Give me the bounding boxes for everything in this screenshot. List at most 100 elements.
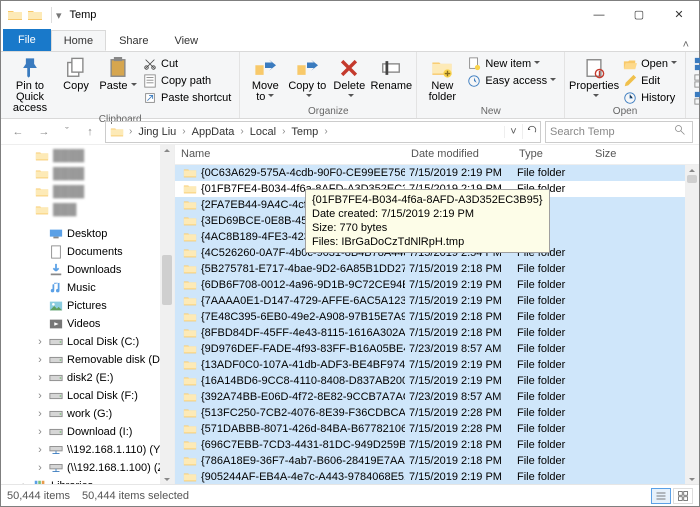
table-row[interactable]: {13ADF0C0-107A-41db-ADF3-BE4BF9749...7/1… <box>175 357 685 373</box>
tab-view[interactable]: View <box>161 30 211 51</box>
nav-recent[interactable]: ˇ <box>59 121 75 143</box>
nav-pane: ███████████████DesktopDocumentsDownloads… <box>1 145 175 485</box>
tab-home[interactable]: Home <box>51 30 106 51</box>
table-row[interactable]: {513FC250-7CB2-4076-8E39-F36CDBCA9...7/1… <box>175 405 685 421</box>
crumb[interactable]: Jing Liu <box>133 126 181 138</box>
tree-item[interactable]: Pictures <box>5 297 174 315</box>
qat-separator <box>51 7 52 23</box>
tree-item[interactable]: ›Download (I:) <box>5 423 174 441</box>
tree-item[interactable]: ████ <box>5 147 174 165</box>
table-row[interactable]: {9D976DEF-FADE-4f93-83FF-B16A05BE48...7/… <box>175 341 685 357</box>
tab-share[interactable]: Share <box>106 30 161 51</box>
tree-item[interactable]: Videos <box>5 315 174 333</box>
invert-selection-button[interactable]: Invert selection <box>692 90 700 106</box>
crumb[interactable]: Temp <box>286 126 323 138</box>
new-item-button[interactable]: New item <box>465 56 558 72</box>
tree-item[interactable]: ›Local Disk (C:) <box>5 333 174 351</box>
address-refresh[interactable] <box>522 124 540 139</box>
maximize-button[interactable]: ▢ <box>619 1 659 29</box>
copy-to-button[interactable]: Copy to <box>288 54 326 103</box>
drive-icon <box>49 353 63 367</box>
copyto-icon <box>296 57 318 79</box>
col-name[interactable]: Name <box>175 145 405 164</box>
tree-item[interactable]: ›disk2 (E:) <box>5 369 174 387</box>
history-icon <box>623 91 637 105</box>
search-icon <box>674 124 692 139</box>
view-details-button[interactable] <box>651 488 671 504</box>
tree-item[interactable]: Music <box>5 279 174 297</box>
ribbon-tabs: File Home Share View ˄ <box>1 29 699 51</box>
group-select: Select all Select none Invert selection … <box>686 52 700 118</box>
address-history[interactable]: ˅ <box>504 126 522 138</box>
table-row[interactable]: {786A18E9-36F7-4ab7-B606-28419E7AAE...7/… <box>175 453 685 469</box>
list-scrollbar[interactable] <box>685 165 699 485</box>
ribbon-collapse[interactable]: ˄ <box>673 39 699 51</box>
table-row[interactable]: {392A74BB-E06D-4f72-8E82-9CCB7A7AC...7/2… <box>175 389 685 405</box>
crumb[interactable]: AppData <box>187 126 240 138</box>
tree-item[interactable]: ›(\\192.168.1.100) (Z:) <box>5 459 174 477</box>
nav-up[interactable]: ↑ <box>79 121 101 143</box>
music-icon <box>49 281 63 295</box>
qat-expand[interactable]: ▾ <box>56 9 62 22</box>
crumb[interactable]: Local <box>245 126 281 138</box>
minimize-button[interactable]: — <box>579 1 619 29</box>
address-bar[interactable]: › Jing Liu › AppData › Local › Temp › ˅ <box>105 121 541 143</box>
rename-button[interactable]: Rename <box>372 54 410 92</box>
select-all-button[interactable]: Select all <box>692 56 700 72</box>
paste-shortcut-button[interactable]: Paste shortcut <box>141 90 233 106</box>
tree-item[interactable]: Documents <box>5 243 174 261</box>
table-row[interactable]: {0C63A629-575A-4cdb-90F0-CE99EE7562...7/… <box>175 165 685 181</box>
tree-item[interactable]: ████ <box>5 183 174 201</box>
col-size[interactable]: Size <box>589 145 639 164</box>
search-input[interactable]: Search Temp <box>545 121 693 143</box>
new-folder-button[interactable]: New folder <box>423 54 461 103</box>
tree-item[interactable]: Desktop <box>5 225 174 243</box>
table-row[interactable]: {696C7EBB-7CD3-4431-81DC-949D259B4...7/1… <box>175 437 685 453</box>
column-headers[interactable]: Name Date modified Type Size <box>175 145 699 165</box>
tree-item[interactable]: ›work (G:) <box>5 405 174 423</box>
cut-button[interactable]: Cut <box>141 56 233 72</box>
tree-item[interactable]: ███ <box>5 201 174 219</box>
shortcut-icon <box>143 91 157 105</box>
copy-button[interactable]: Copy <box>57 54 95 92</box>
move-to-button[interactable]: Move to <box>246 54 284 103</box>
col-date[interactable]: Date modified <box>405 145 513 164</box>
tree-item[interactable]: ›Removable disk (D:) <box>5 351 174 369</box>
folder-icon <box>183 406 197 420</box>
tree-item[interactable]: ████ <box>5 165 174 183</box>
pin-quick-access-button[interactable]: Pin to Quick access <box>7 54 53 114</box>
paste-button[interactable]: Paste <box>99 54 137 92</box>
table-row[interactable]: {6DB6F708-0012-4a96-9D1B-9C72CE94EB...7/… <box>175 277 685 293</box>
table-row[interactable]: {905244AF-EB4A-4e7c-A443-9784068E51...7/… <box>175 469 685 485</box>
folder-icon <box>7 7 23 23</box>
table-row[interactable]: {7E48C395-6EB0-49e2-A908-97B15E7A94...7/… <box>175 309 685 325</box>
table-row[interactable]: {571DABBB-8071-426d-84BA-B67782106...7/1… <box>175 421 685 437</box>
col-type[interactable]: Type <box>513 145 589 164</box>
nav-forward[interactable]: → <box>33 121 55 143</box>
tree-item[interactable]: Downloads <box>5 261 174 279</box>
properties-button[interactable]: Properties <box>571 54 617 103</box>
easy-access-button[interactable]: Easy access <box>465 73 558 89</box>
edit-button[interactable]: Edit <box>621 73 679 89</box>
select-none-icon <box>694 74 700 88</box>
select-none-button[interactable]: Select none <box>692 73 700 89</box>
open-button[interactable]: Open <box>621 56 679 72</box>
navpane-scrollbar[interactable] <box>160 145 174 485</box>
pin-icon <box>19 57 41 79</box>
nav-back[interactable]: ← <box>7 121 29 143</box>
history-button[interactable]: History <box>621 90 679 106</box>
table-row[interactable]: {5B275781-E717-4bae-9D2-6A85B1DD27...7/1… <box>175 261 685 277</box>
close-button[interactable]: ✕ <box>659 1 699 29</box>
delete-button[interactable]: Delete <box>330 54 368 103</box>
qat-item-icon[interactable] <box>27 7 43 23</box>
table-row[interactable]: {16A14BD6-9CC8-4110-8408-D837AB200...7/1… <box>175 373 685 389</box>
tree-item[interactable]: ›Local Disk (F:) <box>5 387 174 405</box>
tab-file[interactable]: File <box>3 29 51 51</box>
table-row[interactable]: {7AAAA0E1-D147-4729-AFFE-6AC5A12333...7/… <box>175 293 685 309</box>
folder-icon <box>183 198 197 212</box>
drive-icon <box>49 407 63 421</box>
table-row[interactable]: {8FBD84DF-45FF-4e43-8115-1616A302A56...7… <box>175 325 685 341</box>
view-thumbnails-button[interactable] <box>673 488 693 504</box>
tree-item[interactable]: ›\\192.168.1.110) (Y:) <box>5 441 174 459</box>
copy-path-button[interactable]: Copy path <box>141 73 233 89</box>
